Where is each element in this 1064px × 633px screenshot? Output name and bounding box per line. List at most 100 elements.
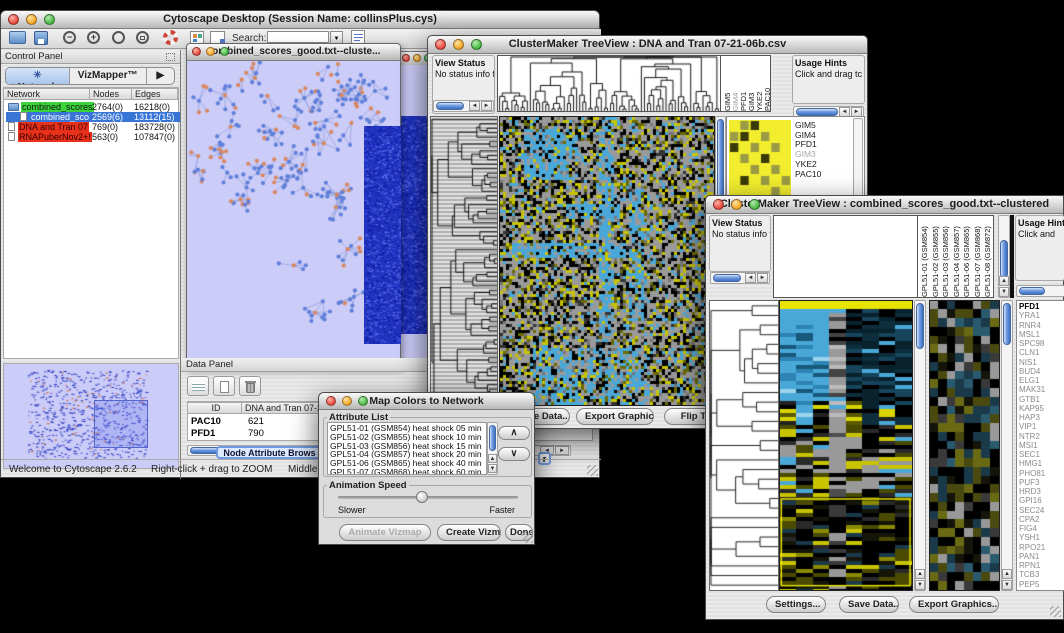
scroll-left-arrow[interactable]: ◄ xyxy=(469,101,480,111)
overview-viewport-rect[interactable] xyxy=(94,400,148,448)
close-button[interactable] xyxy=(402,54,410,62)
gene-label[interactable]: RNR4 xyxy=(1019,321,1064,330)
move-attribute-down-button[interactable]: ∨ xyxy=(498,447,530,461)
resize-grip[interactable] xyxy=(522,532,533,543)
row-id[interactable]: PFD1 xyxy=(191,428,215,439)
scroll-right-arrow[interactable]: ► xyxy=(757,273,768,283)
scrollbar-thumb[interactable] xyxy=(436,102,464,110)
network-row-rnapuber[interactable]: RNAPuberNov2+! 563(0) 107847(0) xyxy=(6,132,180,142)
scrollbar-thumb[interactable] xyxy=(1000,240,1008,278)
gene-label[interactable]: MAK31 xyxy=(1019,385,1064,394)
float-panel-icon[interactable] xyxy=(166,53,175,61)
gene-label[interactable]: MSL1 xyxy=(1019,330,1064,339)
column-header-edges[interactable]: Edges xyxy=(132,88,178,100)
tv2-save-data-button[interactable]: Save Data... xyxy=(839,596,899,613)
attribute-list-item[interactable]: GPL51-07 (GSM868) heat shock 60 min xyxy=(330,468,486,475)
gene-label[interactable]: CPA2 xyxy=(1019,515,1064,524)
minimize-button[interactable] xyxy=(26,14,37,25)
scroll-up-arrow[interactable]: ▲ xyxy=(1002,569,1012,579)
tv2-usage-hscrollbar[interactable] xyxy=(1016,285,1064,297)
gene-label[interactable]: PHO81 xyxy=(1019,469,1064,478)
tv1-column-dendrogram[interactable] xyxy=(497,55,721,112)
minimize-button[interactable] xyxy=(731,199,742,210)
attribute-list[interactable]: GPL51-01 (GSM854) heat shock 05 minGPL51… xyxy=(327,422,487,475)
tv2-status-hscrollbar[interactable]: ◄ ► xyxy=(710,272,770,284)
scrollbar-thumb[interactable] xyxy=(713,274,741,282)
gene-label[interactable]: NIS1 xyxy=(1019,358,1064,367)
row-id[interactable]: PAC10 xyxy=(191,416,221,427)
tv2-heatmap[interactable] xyxy=(779,300,913,591)
zoom-button[interactable] xyxy=(220,47,229,56)
scroll-right-arrow[interactable]: ► xyxy=(481,101,492,111)
scroll-left-arrow[interactable]: ◄ xyxy=(745,273,756,283)
gene-label[interactable]: VIP1 xyxy=(1019,422,1064,431)
scroll-up-arrow[interactable]: ▲ xyxy=(999,276,1009,286)
close-button[interactable] xyxy=(326,396,336,406)
scroll-right-arrow[interactable]: ► xyxy=(555,446,569,455)
tv2-heatmap-vscrollbar[interactable]: ▲ ▼ xyxy=(914,300,926,591)
zoom-in-icon[interactable]: + xyxy=(87,31,100,44)
tv2-row-dendrogram[interactable] xyxy=(709,300,779,591)
gene-label[interactable]: YSH1 xyxy=(1019,533,1064,542)
minimize-button[interactable] xyxy=(342,396,352,406)
gene-label[interactable]: HAP3 xyxy=(1019,413,1064,422)
resize-grip[interactable] xyxy=(1050,606,1061,617)
node-attribute-browser-tab[interactable]: Node Attribute Brows xyxy=(216,446,323,459)
attribute-list-vscrollbar[interactable]: ▲ ▼ xyxy=(487,422,498,475)
minimize-button[interactable] xyxy=(413,54,421,62)
gene-label[interactable]: SPC98 xyxy=(1019,339,1064,348)
animate-vizmap-button[interactable]: Animate Vizmap xyxy=(339,524,431,541)
column-header-network[interactable]: Network xyxy=(4,88,90,100)
gene-label[interactable]: HMG1 xyxy=(1019,459,1064,468)
row-value[interactable]: 621 xyxy=(248,416,264,427)
zoom-out-icon[interactable]: − xyxy=(63,31,76,44)
scroll-down-arrow[interactable]: ▼ xyxy=(488,464,497,473)
gene-label[interactable]: SEC1 xyxy=(1019,450,1064,459)
network-row-combined-sco-selected[interactable]: combined_sco 2569(6) 13112(15) xyxy=(6,112,180,122)
tv2-zoom-heatmap[interactable] xyxy=(929,300,1000,591)
gene-label[interactable]: TCB3 xyxy=(1019,570,1064,579)
tv2-settings-button[interactable]: Settings... xyxy=(766,596,826,613)
tab-network[interactable]: ✳ Network xyxy=(6,68,70,84)
gene-label[interactable]: FIG4 xyxy=(1019,524,1064,533)
help-lifesaver-icon[interactable] xyxy=(163,30,178,45)
close-button[interactable] xyxy=(8,14,19,25)
network-row-combined-scores[interactable]: combined_scores 2764(0) 16218(0) xyxy=(6,102,180,112)
animation-speed-slider-thumb[interactable] xyxy=(416,491,428,503)
gene-label[interactable]: SEC24 xyxy=(1019,506,1064,515)
tab-more-arrow[interactable]: ▶ xyxy=(147,68,174,84)
gene-label[interactable]: PFD1 xyxy=(1019,302,1064,311)
gene-label[interactable]: PAC10 xyxy=(795,170,839,180)
gene-label[interactable]: MSI1 xyxy=(1019,441,1064,450)
zoom-button[interactable] xyxy=(358,396,368,406)
animation-speed-slider-track[interactable] xyxy=(338,496,518,499)
close-button[interactable] xyxy=(192,47,201,56)
scroll-up-arrow[interactable]: ▲ xyxy=(915,569,925,579)
tv1-row-dendrogram[interactable] xyxy=(430,116,498,406)
scrollbar-thumb[interactable] xyxy=(1003,303,1011,345)
network-overview-panel[interactable] xyxy=(3,363,179,469)
minimize-button[interactable] xyxy=(453,39,464,50)
create-vizmap-button[interactable]: Create Vizmap xyxy=(437,524,501,541)
dense-network-region[interactable] xyxy=(364,126,401,344)
tv2-zoom-vscrollbar[interactable]: ▲ ▼ xyxy=(1001,300,1013,591)
tv1-heatmap[interactable] xyxy=(499,116,715,406)
save-session-icon[interactable] xyxy=(34,31,48,45)
gene-label[interactable]: ELG1 xyxy=(1019,376,1064,385)
column-header-nodes[interactable]: Nodes xyxy=(90,88,132,100)
tv1-export-graphics-button[interactable]: Export Graphics... xyxy=(576,408,654,425)
zoom-button[interactable] xyxy=(44,14,55,25)
gene-label[interactable]: RPO21 xyxy=(1019,543,1064,552)
zoom-button[interactable] xyxy=(749,199,760,210)
zoom-selected-icon[interactable] xyxy=(136,31,149,44)
scroll-up-arrow[interactable]: ▲ xyxy=(488,454,497,463)
scroll-down-arrow[interactable]: ▼ xyxy=(1002,580,1012,590)
tv2-export-graphics-button[interactable]: Export Graphics... xyxy=(909,596,999,613)
close-button[interactable] xyxy=(435,39,446,50)
open-session-icon[interactable] xyxy=(9,31,26,44)
new-attribute-icon[interactable] xyxy=(213,376,235,396)
delete-attribute-trash-icon[interactable] xyxy=(239,376,261,396)
tv1-status-hscrollbar[interactable]: ◄ ► xyxy=(433,100,494,112)
gene-label[interactable]: KAP95 xyxy=(1019,404,1064,413)
gene-label[interactable]: GPI16 xyxy=(1019,496,1064,505)
